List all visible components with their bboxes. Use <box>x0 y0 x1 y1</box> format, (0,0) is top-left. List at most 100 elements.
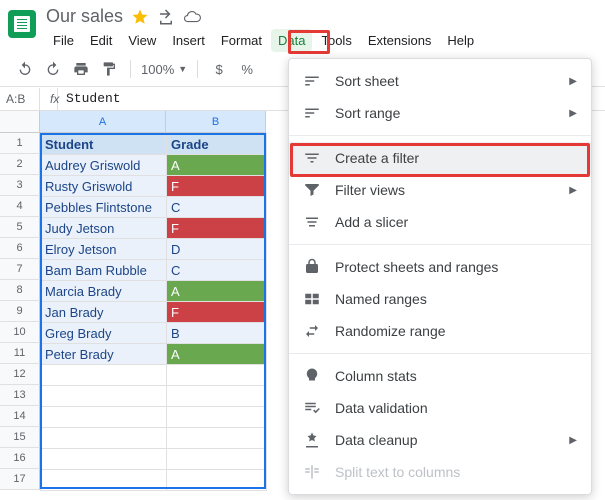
menu-help[interactable]: Help <box>440 29 481 52</box>
grade-cell[interactable]: A <box>167 344 267 365</box>
empty-cell[interactable] <box>41 365 167 386</box>
menu-item-randomize-range[interactable]: Randomize range <box>289 315 591 347</box>
print-button[interactable] <box>70 58 92 80</box>
student-cell[interactable]: Rusty Griswold <box>41 176 167 197</box>
empty-cell[interactable] <box>167 365 267 386</box>
menu-item-label: Sort sheet <box>335 73 399 89</box>
separator <box>197 60 198 78</box>
row-header[interactable]: 17 <box>0 469 40 490</box>
paint-format-button[interactable] <box>98 58 120 80</box>
row-header[interactable]: 9 <box>0 301 40 322</box>
student-cell[interactable]: Judy Jetson <box>41 218 167 239</box>
empty-cell[interactable] <box>167 428 267 449</box>
row-header[interactable]: 7 <box>0 259 40 280</box>
menu-item-create-a-filter[interactable]: Create a filter <box>289 142 591 174</box>
empty-cell[interactable] <box>41 407 167 428</box>
empty-cell[interactable] <box>167 407 267 428</box>
empty-cell[interactable] <box>41 449 167 470</box>
menu-file[interactable]: File <box>46 29 81 52</box>
student-cell[interactable]: Greg Brady <box>41 323 167 344</box>
grade-cell[interactable]: C <box>167 260 267 281</box>
zoom-dropdown[interactable]: 100% ▼ <box>141 62 187 77</box>
create-a-filter-icon <box>303 149 321 167</box>
currency-button[interactable]: $ <box>208 58 230 80</box>
menu-item-protect-sheets-and-ranges[interactable]: Protect sheets and ranges <box>289 251 591 283</box>
filter-views-icon <box>303 181 321 199</box>
grade-cell[interactable]: C <box>167 197 267 218</box>
row-header[interactable]: 13 <box>0 385 40 406</box>
menu-item-data-validation[interactable]: Data validation <box>289 392 591 424</box>
column-header-a[interactable]: A <box>40 111 166 133</box>
row-header[interactable]: 8 <box>0 280 40 301</box>
row-header[interactable]: 15 <box>0 427 40 448</box>
row-header[interactable]: 12 <box>0 364 40 385</box>
menu-format[interactable]: Format <box>214 29 269 52</box>
row-header[interactable]: 4 <box>0 196 40 217</box>
move-icon[interactable] <box>157 8 175 26</box>
row-header[interactable]: 1 <box>0 133 40 154</box>
empty-cell[interactable] <box>167 449 267 470</box>
row-header[interactable]: 5 <box>0 217 40 238</box>
menu-item-label: Sort range <box>335 105 400 121</box>
student-cell[interactable]: Peter Brady <box>41 344 167 365</box>
header-cell-student[interactable]: Student <box>41 134 167 155</box>
menu-item-column-stats[interactable]: Column stats <box>289 360 591 392</box>
cloud-status-icon[interactable] <box>183 8 201 26</box>
student-cell[interactable]: Audrey Griswold <box>41 155 167 176</box>
data-cleanup-icon <box>303 431 321 449</box>
row-header[interactable]: 6 <box>0 238 40 259</box>
menu-view[interactable]: View <box>121 29 163 52</box>
grade-cell[interactable]: B <box>167 323 267 344</box>
menu-extensions[interactable]: Extensions <box>361 29 439 52</box>
undo-button[interactable] <box>14 58 36 80</box>
row-header[interactable]: 16 <box>0 448 40 469</box>
grade-cell[interactable]: D <box>167 239 267 260</box>
menu-item-add-a-slicer[interactable]: Add a slicer <box>289 206 591 238</box>
row-header[interactable]: 10 <box>0 322 40 343</box>
empty-cell[interactable] <box>41 386 167 407</box>
grade-cell[interactable]: A <box>167 281 267 302</box>
star-icon[interactable] <box>131 8 149 26</box>
menu-item-sort-sheet[interactable]: Sort sheet ▶ <box>289 65 591 97</box>
row-header[interactable]: 3 <box>0 175 40 196</box>
menu-insert[interactable]: Insert <box>165 29 212 52</box>
row-header[interactable]: 11 <box>0 343 40 364</box>
student-cell[interactable]: Elroy Jetson <box>41 239 167 260</box>
header-cell-grade[interactable]: Grade <box>167 134 267 155</box>
grade-cell[interactable]: F <box>167 218 267 239</box>
empty-cell[interactable] <box>167 470 267 491</box>
row-header[interactable]: 14 <box>0 406 40 427</box>
student-cell[interactable]: Pebbles Flintstone <box>41 197 167 218</box>
column-header-b[interactable]: B <box>166 111 266 133</box>
named-ranges-icon <box>303 290 321 308</box>
name-box[interactable]: A:B <box>0 88 40 110</box>
grade-cell[interactable]: F <box>167 302 267 323</box>
redo-button[interactable] <box>42 58 64 80</box>
select-all-corner[interactable] <box>0 111 40 133</box>
formula-bar[interactable]: Student <box>58 87 129 110</box>
doc-title[interactable]: Our sales <box>46 6 123 27</box>
row-header[interactable]: 2 <box>0 154 40 175</box>
submenu-arrow-icon: ▶ <box>569 185 577 196</box>
student-cell[interactable]: Jan Brady <box>41 302 167 323</box>
menu-item-sort-range[interactable]: Sort range▶ <box>289 97 591 129</box>
empty-cell[interactable] <box>41 470 167 491</box>
menu-edit[interactable]: Edit <box>83 29 119 52</box>
column-stats-icon <box>303 367 321 385</box>
menu-item-named-ranges[interactable]: Named ranges <box>289 283 591 315</box>
empty-cell[interactable] <box>167 386 267 407</box>
menu-item-data-cleanup[interactable]: Data cleanup▶ <box>289 424 591 456</box>
menu-item-filter-views[interactable]: Filter views▶ <box>289 174 591 206</box>
submenu-arrow-icon: ▶ <box>569 76 577 87</box>
empty-cell[interactable] <box>41 428 167 449</box>
sheets-logo[interactable] <box>8 10 36 38</box>
menu-tools[interactable]: Tools <box>314 29 358 52</box>
grade-cell[interactable]: F <box>167 176 267 197</box>
grade-cell[interactable]: A <box>167 155 267 176</box>
student-cell[interactable]: Bam Bam Rubble <box>41 260 167 281</box>
menu-separator <box>289 353 591 354</box>
percent-button[interactable]: % <box>236 58 258 80</box>
split-text-to-columns-icon <box>303 463 321 481</box>
menu-data[interactable]: Data <box>271 29 312 52</box>
student-cell[interactable]: Marcia Brady <box>41 281 167 302</box>
